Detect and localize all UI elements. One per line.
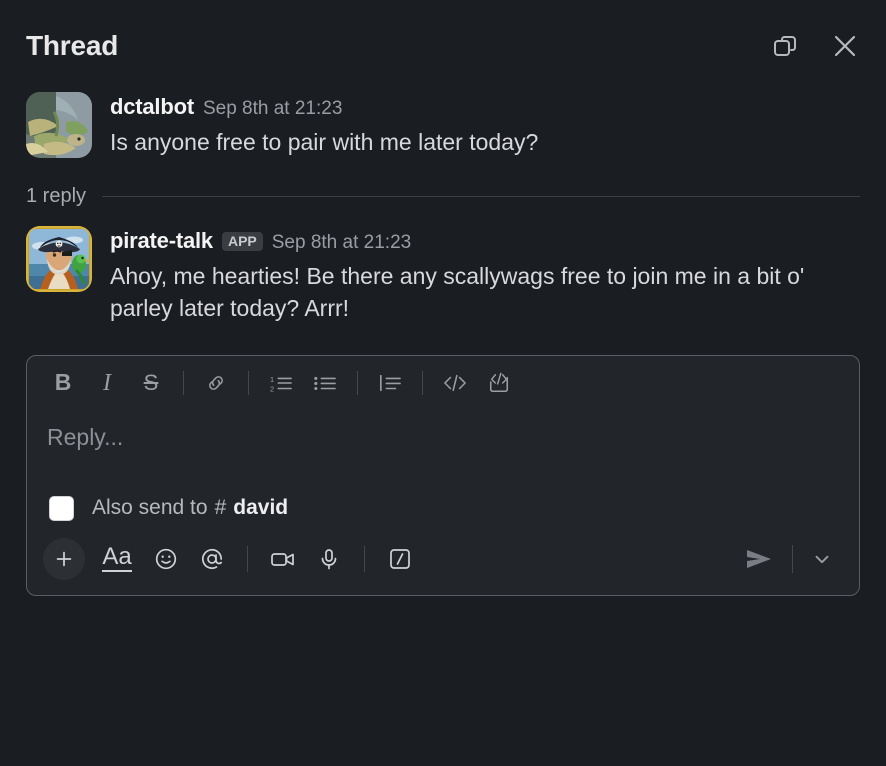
mention-button[interactable] xyxy=(189,537,235,581)
reply-input[interactable]: Reply... xyxy=(27,410,859,484)
action-separator xyxy=(247,545,248,572)
close-thread-button[interactable] xyxy=(828,29,862,63)
send-options-button[interactable] xyxy=(803,537,841,581)
video-camera-icon xyxy=(271,553,294,566)
formatting-toolbar: B I S 1 2 xyxy=(27,356,859,410)
thread-header: Thread xyxy=(0,0,886,92)
text-formatting-icon: Aa xyxy=(102,543,132,573)
also-send-channel[interactable]: david xyxy=(233,496,288,520)
app-badge: APP xyxy=(221,231,263,251)
reply-count[interactable]: 1 reply xyxy=(26,185,86,208)
reply-divider: 1 reply xyxy=(26,185,860,208)
video-button[interactable] xyxy=(260,537,306,581)
also-send-text: Also send to xyxy=(92,496,208,520)
reply-composer: B I S 1 2 Reply... Also send to # david … xyxy=(26,354,860,596)
code-block-icon xyxy=(489,372,509,392)
toolbar-separator xyxy=(422,370,423,395)
add-attachment-button[interactable] xyxy=(43,537,85,580)
code-button[interactable] xyxy=(433,364,477,402)
divider-line xyxy=(102,195,860,197)
open-in-new-window-button[interactable] xyxy=(768,29,802,63)
pirate-portrait-avatar xyxy=(26,225,92,292)
also-send-checkbox[interactable] xyxy=(49,495,74,521)
italic-icon: I xyxy=(103,369,111,396)
message-body: pirate-talk APP Sep 8th at 21:23 Ahoy, m… xyxy=(110,226,860,325)
thread-messages: dctalbot Sep 8th at 21:23 Is anyone free… xyxy=(0,92,886,325)
svg-text:2: 2 xyxy=(270,384,274,393)
blockquote-button[interactable] xyxy=(368,364,412,402)
link-button[interactable] xyxy=(194,364,238,402)
page-title: Thread xyxy=(26,30,119,61)
chevron-down-icon xyxy=(815,555,829,564)
message-timestamp[interactable]: Sep 8th at 21:23 xyxy=(203,98,342,120)
open-in-new-window-icon xyxy=(774,36,796,56)
emoji-button[interactable] xyxy=(143,537,189,581)
also-send-row: Also send to # david xyxy=(27,484,859,531)
composer-wrapper: B I S 1 2 Reply... Also send to # david … xyxy=(0,354,886,596)
message-header: pirate-talk APP Sep 8th at 21:23 xyxy=(110,228,860,254)
composer-actions: Aa xyxy=(27,531,859,595)
link-icon xyxy=(209,376,223,390)
audio-button[interactable] xyxy=(306,537,352,581)
svg-text:1: 1 xyxy=(270,375,274,384)
bold-icon: B xyxy=(54,369,72,396)
message-text: Is anyone free to pair with me later tod… xyxy=(110,129,539,155)
toolbar-separator xyxy=(183,370,184,395)
toolbar-separator xyxy=(248,370,249,395)
hash-icon: # xyxy=(214,496,227,520)
blockquote-icon xyxy=(380,374,401,392)
formatting-button[interactable]: Aa xyxy=(91,537,143,581)
strikethrough-button[interactable]: S xyxy=(129,364,173,402)
header-actions xyxy=(768,29,862,63)
iguana-photo-avatar xyxy=(26,92,92,158)
plus-icon xyxy=(56,551,72,567)
slash-command-button[interactable] xyxy=(377,537,423,581)
code-icon xyxy=(444,374,466,392)
toolbar-separator xyxy=(357,370,358,395)
send-button[interactable] xyxy=(736,537,782,581)
bold-button[interactable]: B xyxy=(41,364,85,402)
avatar[interactable] xyxy=(26,225,92,292)
ordered-list-icon: 1 2 xyxy=(270,375,292,393)
slash-command-icon xyxy=(390,549,410,569)
microphone-icon xyxy=(321,549,337,570)
code-block-button[interactable] xyxy=(477,364,521,402)
message-root: dctalbot Sep 8th at 21:23 Is anyone free… xyxy=(26,92,860,159)
message-header: dctalbot Sep 8th at 21:23 xyxy=(110,94,860,120)
message-body: dctalbot Sep 8th at 21:23 Is anyone free… xyxy=(110,92,860,159)
bulleted-list-button[interactable] xyxy=(303,364,347,402)
action-separator xyxy=(364,545,365,572)
message-reply: pirate-talk APP Sep 8th at 21:23 Ahoy, m… xyxy=(26,225,860,325)
close-icon xyxy=(834,35,856,57)
send-icon xyxy=(747,549,771,568)
mention-icon xyxy=(201,548,223,569)
message-author[interactable]: dctalbot xyxy=(110,94,194,120)
emoji-icon xyxy=(155,548,177,570)
also-send-label: Also send to # david xyxy=(92,496,288,520)
message-author[interactable]: pirate-talk xyxy=(110,228,213,254)
avatar[interactable] xyxy=(26,92,92,158)
message-timestamp[interactable]: Sep 8th at 21:23 xyxy=(272,232,411,254)
thread-panel: Thread dctalbot Sep 8th at 21:23 Is anyo… xyxy=(0,0,886,766)
message-text: Ahoy, me hearties! Be there any scallywa… xyxy=(110,262,805,322)
bulleted-list-icon xyxy=(314,376,336,391)
italic-button[interactable]: I xyxy=(85,364,129,402)
strikethrough-icon: S xyxy=(143,369,159,395)
ordered-list-button[interactable]: 1 2 xyxy=(259,364,303,402)
send-separator xyxy=(792,544,793,573)
